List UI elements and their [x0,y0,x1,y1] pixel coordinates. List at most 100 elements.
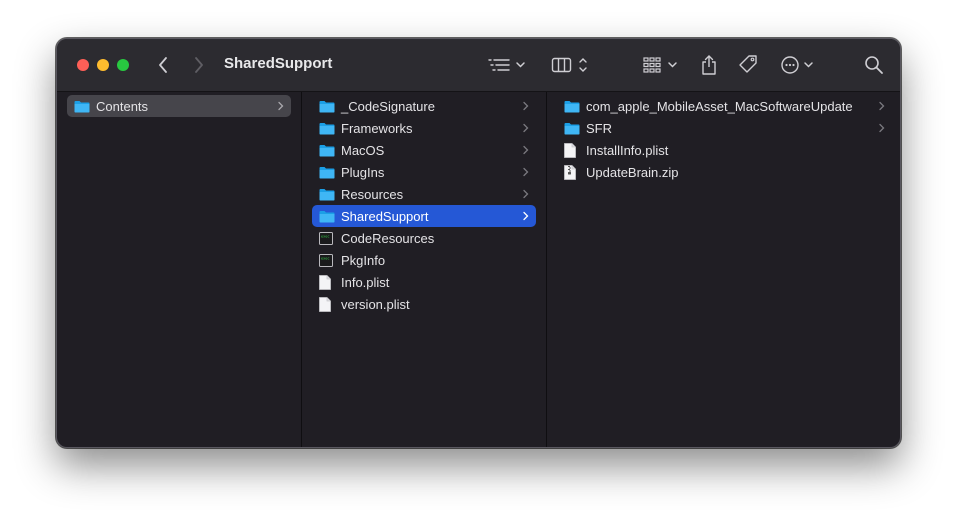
chevron-right-icon [879,101,885,111]
chevron-right-icon [523,167,529,177]
tags-button[interactable] [736,53,760,77]
file-row[interactable]: Contents [67,95,291,117]
chevron-left-icon [159,57,167,73]
svg-text:exec: exec [321,234,329,238]
chevron-right-icon [523,101,529,111]
folder-icon-wrap [319,165,335,179]
disclosure-chevron [522,143,530,157]
file-row[interactable]: SFR [557,117,892,139]
doc-icon-wrap [319,296,335,312]
chevron-right-icon [195,57,203,73]
file-name: Contents [96,98,149,114]
folder-icon [319,166,335,178]
browser-column-3[interactable]: com_apple_MobileAsset_MacSoftwareUpdate S… [547,92,900,447]
folder-icon-wrap [319,187,335,201]
chevron-right-icon [523,211,529,221]
file-name: Info.plist [341,274,390,290]
folder-icon-wrap [564,121,580,135]
file-name: MacOS [341,142,385,158]
document-icon [319,274,331,290]
ellipsis-circle-icon [781,56,813,74]
folder-icon [564,100,580,112]
back-button[interactable] [152,54,174,76]
disclosure-chevron [522,165,530,179]
file-name: version.plist [341,296,410,312]
folder-icon [319,100,335,112]
disclosure-chevron [522,121,530,135]
share-icon [702,55,716,75]
file-row[interactable]: exec PkgInfo [312,249,536,271]
exec-icon-wrap: exec [319,253,335,267]
folder-icon-wrap [319,99,335,113]
group-button[interactable] [642,53,680,77]
zoom-button[interactable] [117,59,129,71]
svg-text:exec: exec [321,256,329,260]
chevron-right-icon [523,189,529,199]
file-row[interactable]: Info.plist [312,271,536,293]
chevron-right-icon [523,145,529,155]
column-view-icon [551,57,587,73]
tag-icon [739,55,757,73]
chevron-right-icon [879,123,885,133]
chevron-right-icon [278,101,284,111]
column-view-button[interactable] [551,53,591,77]
more-actions-button[interactable] [779,53,817,77]
file-name: Frameworks [341,120,413,136]
file-row[interactable]: MacOS [312,139,536,161]
folder-icon [564,122,580,134]
disclosure-chevron [522,99,530,113]
file-name: com_apple_MobileAsset_MacSoftwareUpdate [586,98,853,114]
search-icon [865,56,883,74]
file-name: _CodeSignature [341,98,435,114]
folder-icon-wrap [564,99,580,113]
file-row[interactable]: InstallInfo.plist [557,139,892,161]
window-title: SharedSupport [224,55,333,72]
chevron-right-icon [523,123,529,133]
forward-button[interactable] [188,54,210,76]
disclosure-chevron [878,121,886,135]
file-name: PlugIns [341,164,385,180]
doc-icon-wrap [319,274,335,290]
file-row[interactable]: com_apple_MobileAsset_MacSoftwareUpdate [557,95,892,117]
exec-file-icon: exec [319,253,333,267]
share-button[interactable] [697,53,721,77]
disclosure-chevron [522,187,530,201]
toolbar: SharedSupport [57,39,900,92]
folder-icon-wrap [319,143,335,157]
exec-icon-wrap: exec [319,231,335,245]
folder-icon [319,144,335,156]
file-name: PkgInfo [341,252,386,268]
exec-file-icon: exec [319,231,333,245]
folder-icon-wrap [74,99,90,113]
search-button[interactable] [863,53,885,77]
file-row[interactable]: UpdateBrain.zip [557,161,892,183]
file-row[interactable]: Resources [312,183,536,205]
file-name: Resources [341,186,404,202]
file-row[interactable]: SharedSupport [312,205,536,227]
file-name: InstallInfo.plist [586,142,669,158]
browser-column-2[interactable]: _CodeSignature Frameworks MacOS PlugIns Reso… [302,92,547,447]
folder-icon-wrap [319,209,335,223]
folder-icon-wrap [319,121,335,135]
folder-icon [74,100,90,112]
list-view-icon [488,59,525,71]
file-row[interactable]: _CodeSignature [312,95,536,117]
file-name: CodeResources [341,230,435,246]
finder-window: SharedSupport Contents _CodeSignature Fr… [56,38,901,448]
file-row[interactable]: Frameworks [312,117,536,139]
close-button[interactable] [77,59,89,71]
zip-file-icon [564,164,576,180]
grid-icon [643,57,677,73]
disclosure-chevron [277,99,285,113]
view-options-button[interactable] [487,53,527,77]
file-row[interactable]: PlugIns [312,161,536,183]
file-name: SFR [586,120,612,136]
minimize-button[interactable] [97,59,109,71]
file-row[interactable]: exec CodeResources [312,227,536,249]
zip-icon-wrap [564,164,580,180]
document-icon [319,296,331,312]
file-row[interactable]: version.plist [312,293,536,315]
browser-column-1[interactable]: Contents [57,92,302,447]
folder-icon [319,188,335,200]
file-name: UpdateBrain.zip [586,164,679,180]
